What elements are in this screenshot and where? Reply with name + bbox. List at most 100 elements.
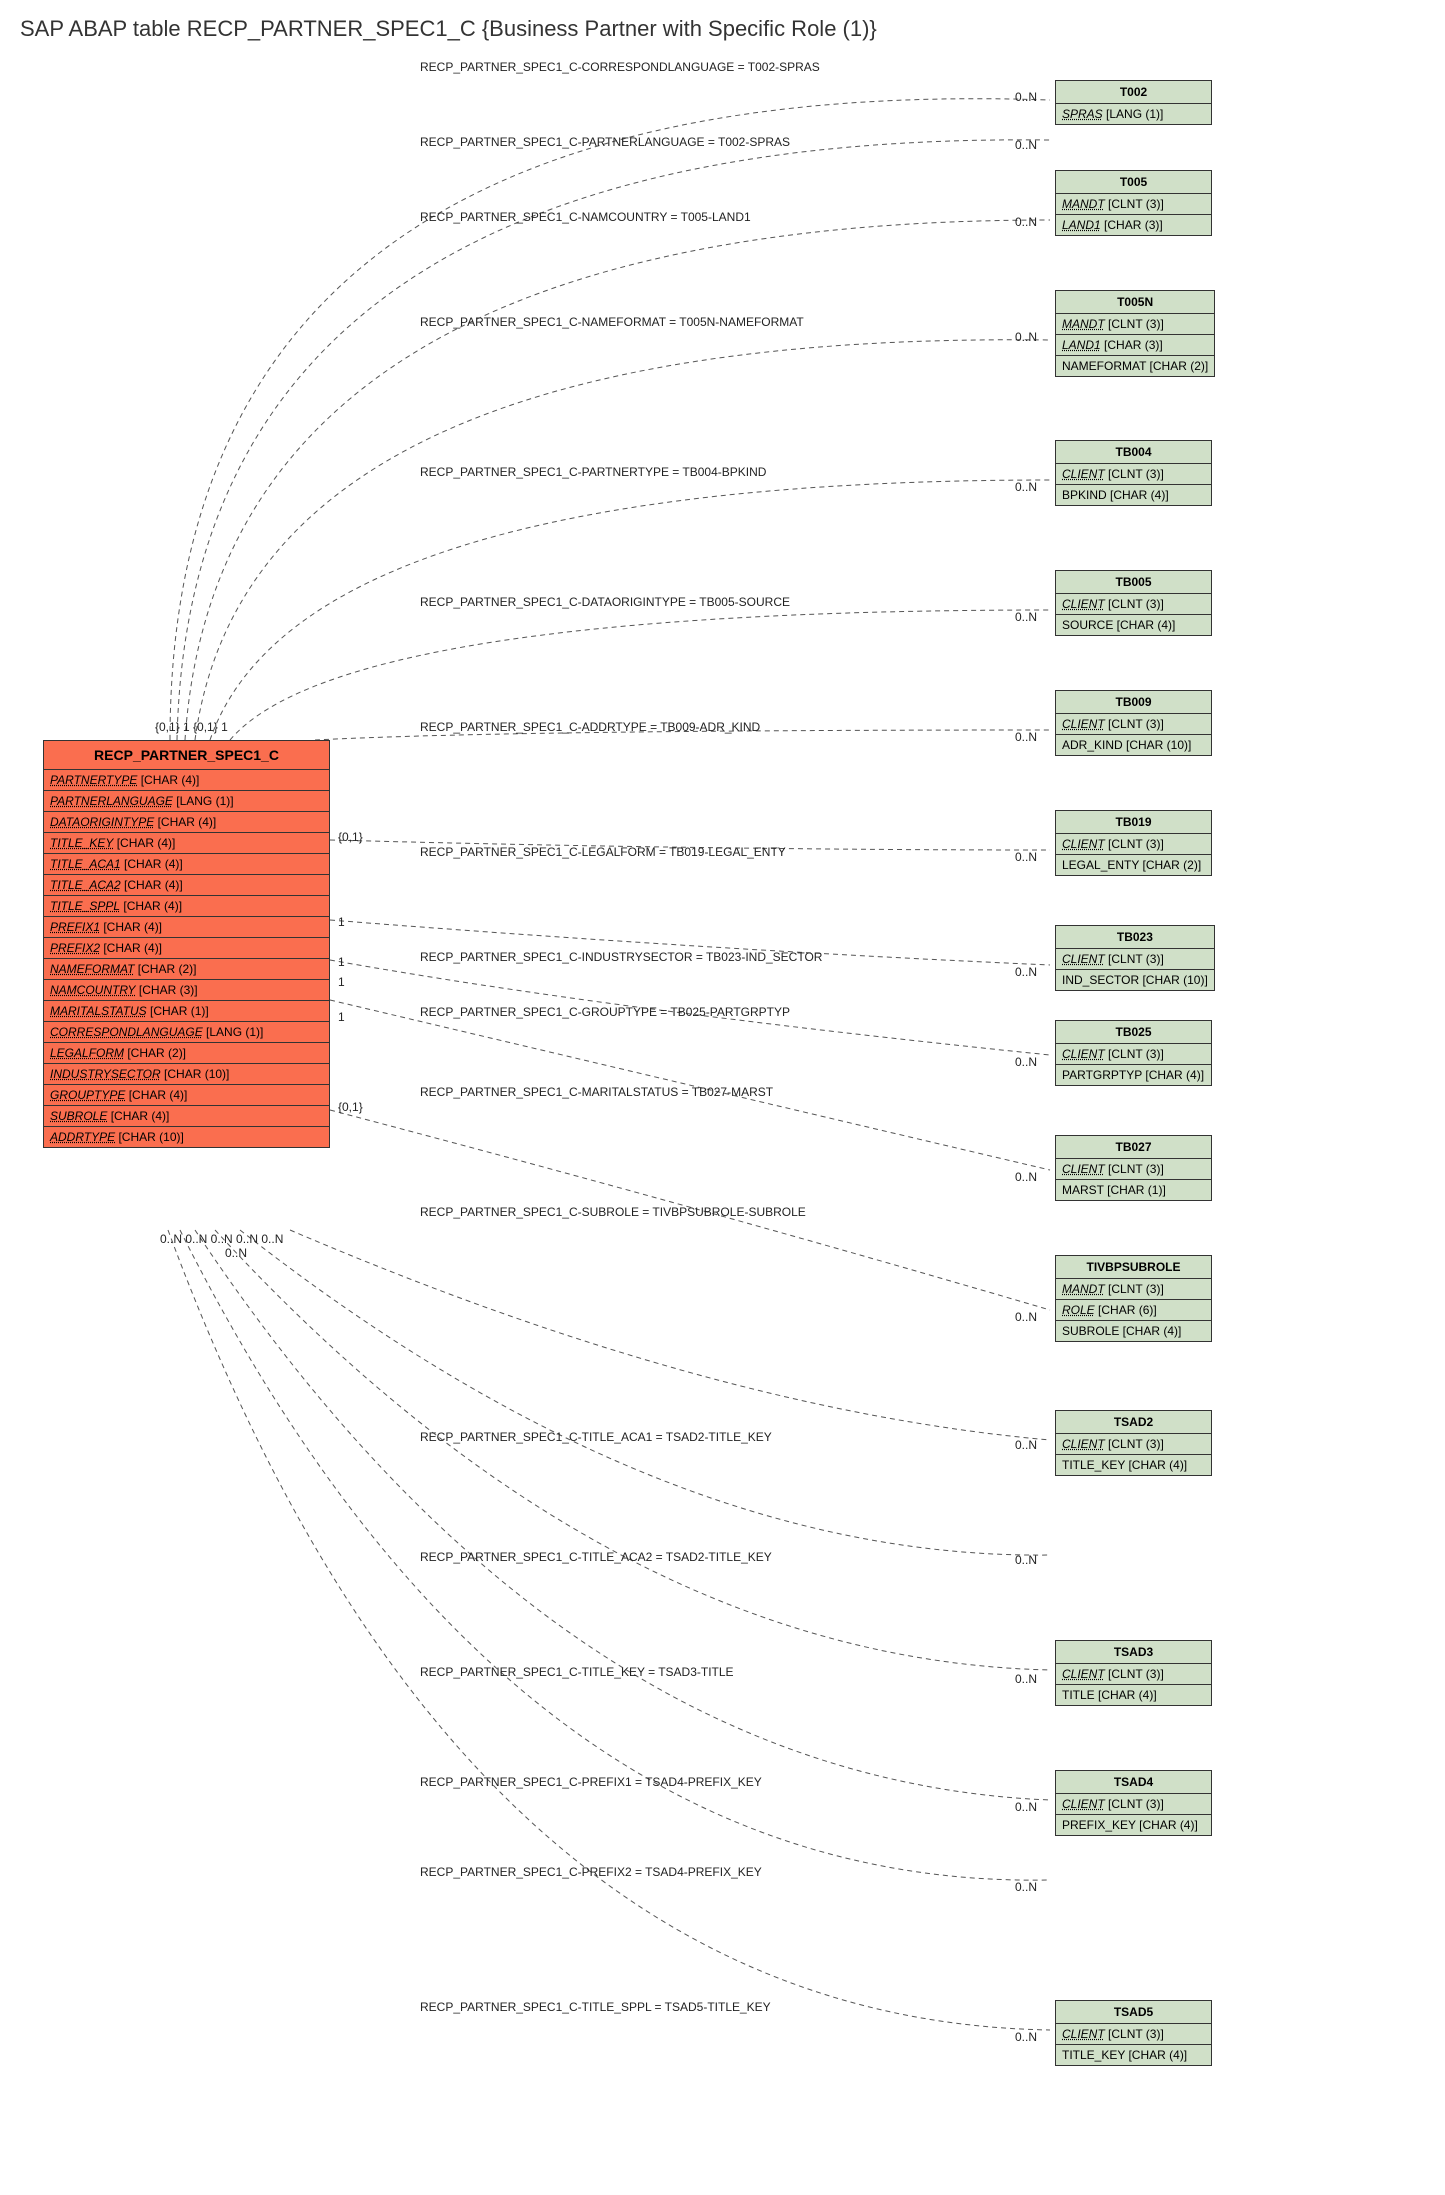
entity-header: TIVBPSUBROLE	[1056, 1256, 1211, 1279]
entity-header: TSAD5	[1056, 2001, 1211, 2024]
card-bottom-cluster2: 0..N	[225, 1246, 247, 1260]
edge-cardinality: 0..N	[1015, 1055, 1037, 1069]
entity-main-field: DATAORIGINTYPE [CHAR (4)]	[44, 812, 329, 833]
card-top-cluster: {0,1} 1 {0,1} 1	[155, 720, 228, 734]
entity-main: RECP_PARTNER_SPEC1_C PARTNERTYPE [CHAR (…	[43, 740, 330, 1148]
edge-label: RECP_PARTNER_SPEC1_C-NAMCOUNTRY = T005-L…	[420, 210, 751, 224]
entity-field: ROLE [CHAR (6)]	[1056, 1300, 1211, 1321]
edge-cardinality: 0..N	[1015, 1672, 1037, 1686]
edge-label: RECP_PARTNER_SPEC1_C-CORRESPONDLANGUAGE …	[420, 60, 820, 74]
entity-tsad3: TSAD3CLIENT [CLNT (3)]TITLE [CHAR (4)]	[1055, 1640, 1212, 1706]
entity-tb023: TB023CLIENT [CLNT (3)]IND_SECTOR [CHAR (…	[1055, 925, 1215, 991]
entity-header: TB023	[1056, 926, 1214, 949]
entity-field: SOURCE [CHAR (4)]	[1056, 615, 1211, 635]
entity-main-field: LEGALFORM [CHAR (2)]	[44, 1043, 329, 1064]
entity-field: LAND1 [CHAR (3)]	[1056, 215, 1211, 235]
edge-label: RECP_PARTNER_SPEC1_C-GROUPTYPE = TB025-P…	[420, 1005, 790, 1019]
entity-main-fields: PARTNERTYPE [CHAR (4)]PARTNERLANGUAGE [L…	[44, 770, 329, 1147]
edge-cardinality: 0..N	[1015, 215, 1037, 229]
entity-main-field: TITLE_KEY [CHAR (4)]	[44, 833, 329, 854]
edge-label: RECP_PARTNER_SPEC1_C-TITLE_ACA1 = TSAD2-…	[420, 1430, 772, 1444]
entity-header: T005	[1056, 171, 1211, 194]
entity-header: TB027	[1056, 1136, 1211, 1159]
entity-field: CLIENT [CLNT (3)]	[1056, 1664, 1211, 1685]
edge-label: RECP_PARTNER_SPEC1_C-LEGALFORM = TB019-L…	[420, 845, 786, 859]
er-diagram: SAP ABAP table RECP_PARTNER_SPEC1_C {Bus…	[10, 10, 1435, 2185]
entity-tsad4: TSAD4CLIENT [CLNT (3)]PREFIX_KEY [CHAR (…	[1055, 1770, 1212, 1836]
entity-t002: T002SPRAS [LANG (1)]	[1055, 80, 1212, 125]
entity-t005n: T005NMANDT [CLNT (3)]LAND1 [CHAR (3)]NAM…	[1055, 290, 1215, 377]
edge-cardinality: 0..N	[1015, 850, 1037, 864]
edge-cardinality: 0..N	[1015, 1170, 1037, 1184]
entity-field: ADR_KIND [CHAR (10)]	[1056, 735, 1211, 755]
edge-label: RECP_PARTNER_SPEC1_C-PREFIX2 = TSAD4-PRE…	[420, 1865, 762, 1879]
edge-cardinality: 0..N	[1015, 965, 1037, 979]
edge-cardinality: 0..N	[1015, 330, 1037, 344]
entity-main-field: TITLE_ACA1 [CHAR (4)]	[44, 854, 329, 875]
entity-field: TITLE_KEY [CHAR (4)]	[1056, 1455, 1211, 1475]
entity-tsad5: TSAD5CLIENT [CLNT (3)]TITLE_KEY [CHAR (4…	[1055, 2000, 1212, 2066]
edge-cardinality: 0..N	[1015, 480, 1037, 494]
edge-label: RECP_PARTNER_SPEC1_C-INDUSTRYSECTOR = TB…	[420, 950, 822, 964]
entity-header: T002	[1056, 81, 1211, 104]
entity-field: CLIENT [CLNT (3)]	[1056, 1044, 1211, 1065]
entity-main-field: MARITALSTATUS [CHAR (1)]	[44, 1001, 329, 1022]
edge-label: RECP_PARTNER_SPEC1_C-TITLE_KEY = TSAD3-T…	[420, 1665, 734, 1679]
entity-header: TB004	[1056, 441, 1211, 464]
entity-field: CLIENT [CLNT (3)]	[1056, 1434, 1211, 1455]
diagram-title: SAP ABAP table RECP_PARTNER_SPEC1_C {Bus…	[20, 16, 877, 42]
entity-tb004: TB004CLIENT [CLNT (3)]BPKIND [CHAR (4)]	[1055, 440, 1212, 506]
card-mid-2: 1	[338, 955, 345, 969]
entity-field: PARTGRPTYP [CHAR (4)]	[1056, 1065, 1211, 1085]
entity-field: CLIENT [CLNT (3)]	[1056, 1794, 1211, 1815]
entity-main-field: NAMEFORMAT [CHAR (2)]	[44, 959, 329, 980]
edge-cardinality: 0..N	[1015, 1438, 1037, 1452]
card-mid-1: 1	[338, 915, 345, 929]
entity-tb005: TB005CLIENT [CLNT (3)]SOURCE [CHAR (4)]	[1055, 570, 1212, 636]
edge-cardinality: 0..N	[1015, 1880, 1037, 1894]
entity-field: BPKIND [CHAR (4)]	[1056, 485, 1211, 505]
entity-field: MANDT [CLNT (3)]	[1056, 1279, 1211, 1300]
entity-field: CLIENT [CLNT (3)]	[1056, 464, 1211, 485]
entity-tivbpsubrole: TIVBPSUBROLEMANDT [CLNT (3)]ROLE [CHAR (…	[1055, 1255, 1212, 1342]
entity-header: TB005	[1056, 571, 1211, 594]
entity-t005: T005MANDT [CLNT (3)]LAND1 [CHAR (3)]	[1055, 170, 1212, 236]
entity-field: SUBROLE [CHAR (4)]	[1056, 1321, 1211, 1341]
entity-header: TB009	[1056, 691, 1211, 714]
entity-main-field: PARTNERTYPE [CHAR (4)]	[44, 770, 329, 791]
edge-label: RECP_PARTNER_SPEC1_C-DATAORIGINTYPE = TB…	[420, 595, 790, 609]
entity-main-field: GROUPTYPE [CHAR (4)]	[44, 1085, 329, 1106]
edge-cardinality: 0..N	[1015, 138, 1037, 152]
entity-field: CLIENT [CLNT (3)]	[1056, 834, 1211, 855]
entity-header: TB025	[1056, 1021, 1211, 1044]
card-mid-0: {0,1}	[338, 830, 363, 844]
entity-field: IND_SECTOR [CHAR (10)]	[1056, 970, 1214, 990]
edge-label: RECP_PARTNER_SPEC1_C-TITLE_ACA2 = TSAD2-…	[420, 1550, 772, 1564]
edge-label: RECP_PARTNER_SPEC1_C-NAMEFORMAT = T005N-…	[420, 315, 804, 329]
edge-cardinality: 0..N	[1015, 1553, 1037, 1567]
entity-field: NAMEFORMAT [CHAR (2)]	[1056, 356, 1214, 376]
entity-field: CLIENT [CLNT (3)]	[1056, 949, 1214, 970]
entity-field: TITLE_KEY [CHAR (4)]	[1056, 2045, 1211, 2065]
entity-field: CLIENT [CLNT (3)]	[1056, 714, 1211, 735]
entity-field: PREFIX_KEY [CHAR (4)]	[1056, 1815, 1211, 1835]
entity-header: T005N	[1056, 291, 1214, 314]
entity-field: SPRAS [LANG (1)]	[1056, 104, 1211, 124]
edge-label: RECP_PARTNER_SPEC1_C-SUBROLE = TIVBPSUBR…	[420, 1205, 806, 1219]
entity-main-field: SUBROLE [CHAR (4)]	[44, 1106, 329, 1127]
card-bottom-cluster: 0..N 0..N 0..N 0..N 0..N	[160, 1232, 283, 1246]
entity-main-field: PREFIX2 [CHAR (4)]	[44, 938, 329, 959]
entity-main-field: CORRESPONDLANGUAGE [LANG (1)]	[44, 1022, 329, 1043]
entity-main-field: TITLE_SPPL [CHAR (4)]	[44, 896, 329, 917]
entity-field: MANDT [CLNT (3)]	[1056, 194, 1211, 215]
entity-field: MANDT [CLNT (3)]	[1056, 314, 1214, 335]
card-mid-5: {0,1}	[338, 1100, 363, 1114]
card-mid-3: 1	[338, 975, 345, 989]
entity-main-field: TITLE_ACA2 [CHAR (4)]	[44, 875, 329, 896]
entity-field: CLIENT [CLNT (3)]	[1056, 2024, 1211, 2045]
entity-main-field: NAMCOUNTRY [CHAR (3)]	[44, 980, 329, 1001]
entity-main-field: PREFIX1 [CHAR (4)]	[44, 917, 329, 938]
edge-cardinality: 0..N	[1015, 90, 1037, 104]
entity-main-header: RECP_PARTNER_SPEC1_C	[44, 741, 329, 770]
edge-label: RECP_PARTNER_SPEC1_C-MARITALSTATUS = TB0…	[420, 1085, 773, 1099]
